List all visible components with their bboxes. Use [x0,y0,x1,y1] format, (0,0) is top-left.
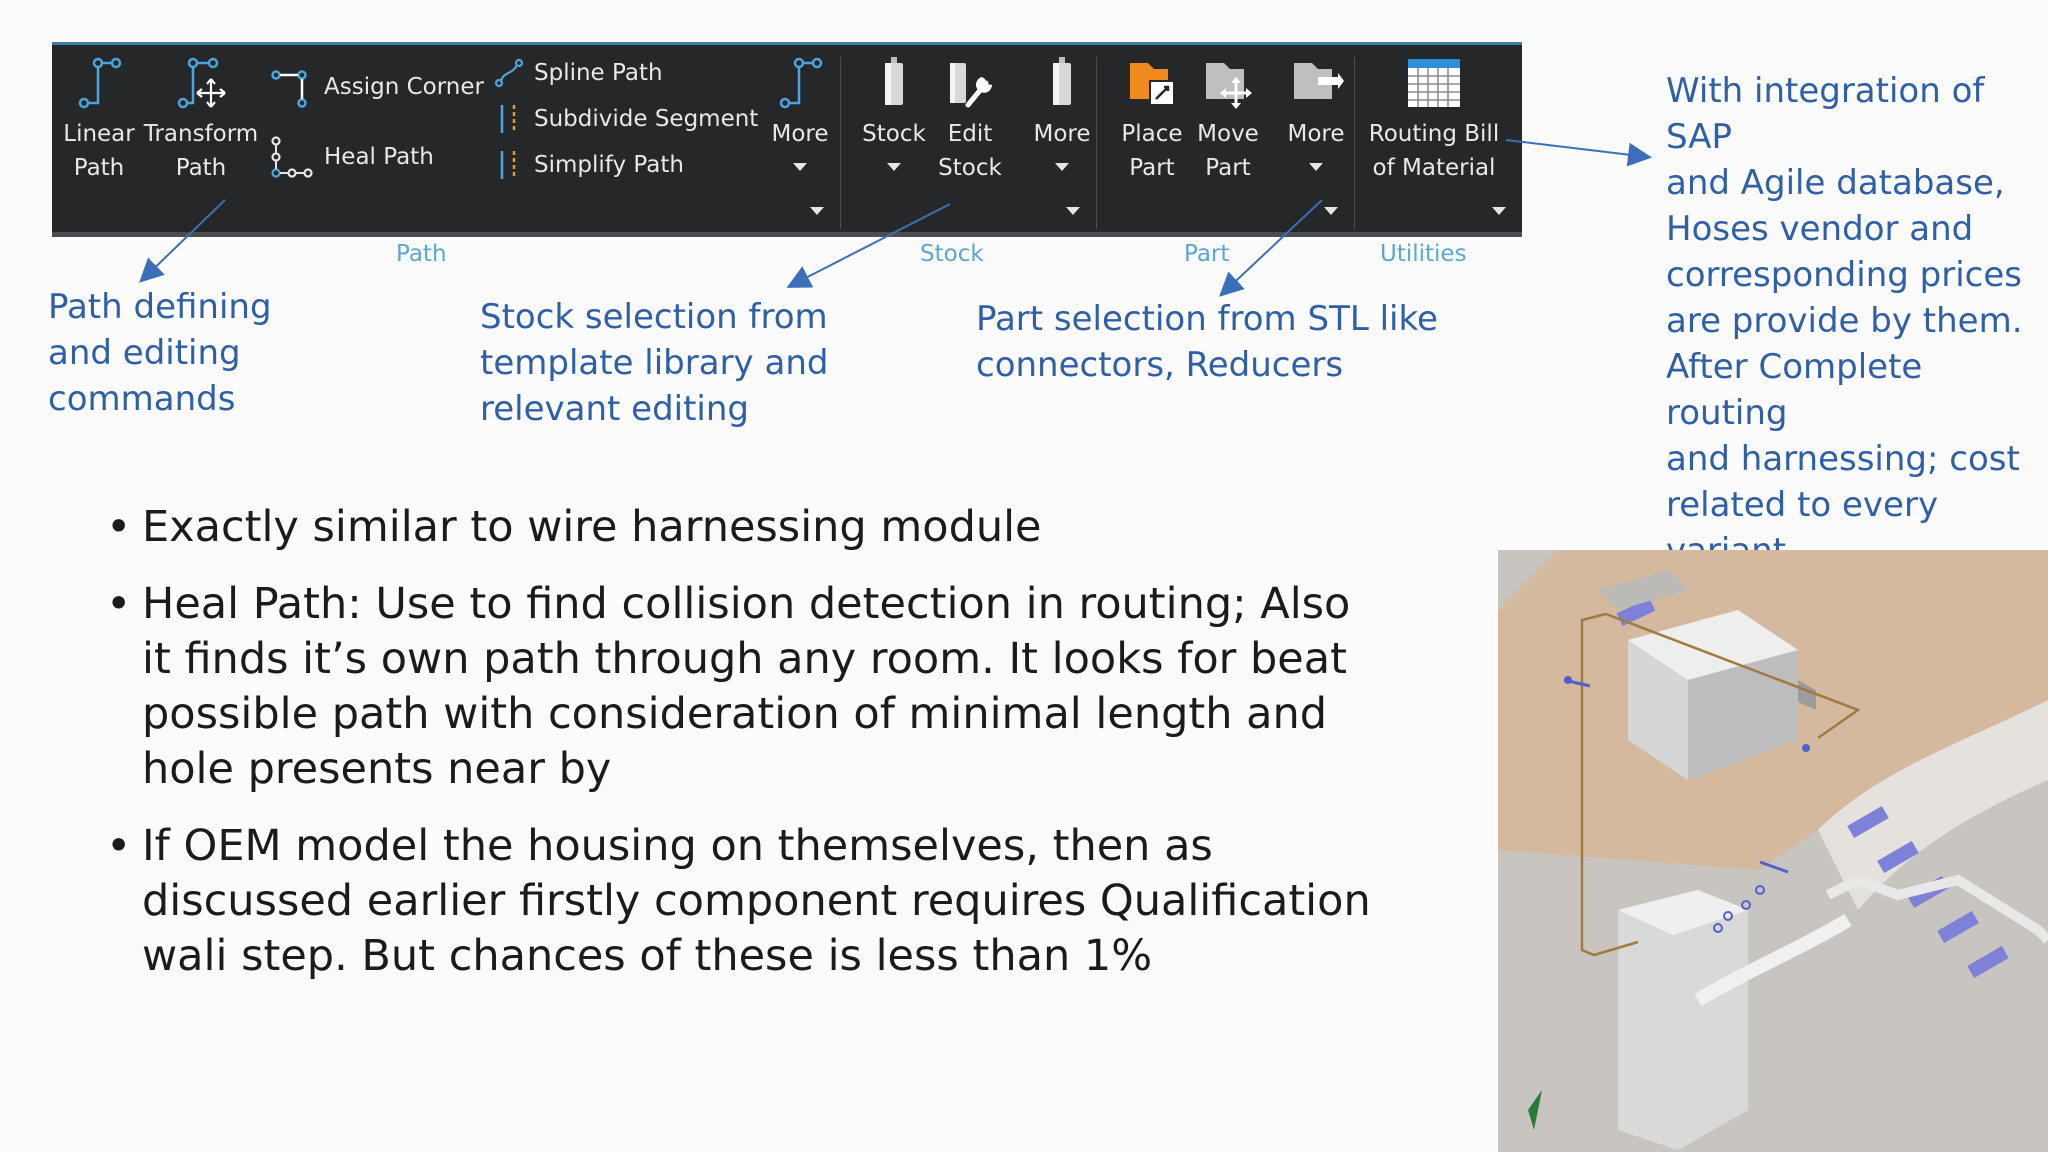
stock-dropdown-icon[interactable] [887,163,901,171]
move-part-button[interactable]: Move Part [1188,55,1268,185]
part-more-button[interactable]: More [1276,55,1356,151]
stock-more-button[interactable]: More [1020,55,1104,151]
more-path-icon [779,57,823,109]
bullet-dot-icon: • [106,579,132,629]
stock-note: Stock selection from template library an… [480,297,829,429]
transform-path-label: Transform Path [143,121,259,181]
bullet-text: Heal Path: Use to find collision detecti… [142,579,1351,794]
linear-path-icon [78,57,122,109]
move-part-label: Move Part [1197,121,1259,181]
stock-more-dropdown-icon[interactable] [1055,163,1069,171]
assign-corner-label: Assign Corner [324,74,484,100]
bullet-dot-icon: • [106,821,132,871]
stock-label: Stock [862,121,926,147]
path-more-label: More [771,121,829,147]
heal-path-label: Heal Path [324,144,434,170]
bullet-list: • Exactly similar to wire harnessing modu… [100,500,1390,1006]
edit-stock-icon [950,63,992,108]
utilities-note-arrow [1505,139,1652,167]
separator [1354,57,1355,229]
stock-group-label: Stock [920,241,984,267]
simplify-path-button[interactable]: Simplify Path [494,149,684,181]
separator [1096,57,1097,229]
routing-bom-label: Routing Bill of Material [1368,121,1500,181]
routing-bom-button[interactable]: Routing Bill of Material [1364,55,1504,185]
more-part-icon [1294,63,1344,99]
edit-stock-label: Edit Stock [938,121,1002,181]
move-part-icon [1206,63,1252,109]
part-group-expand-icon[interactable] [1324,207,1338,215]
part-note: Part selection from STL like connectors,… [976,299,1438,385]
bullet-item: • If OEM model the housing on themselves,… [100,819,1390,984]
utilities-group-label: Utilities [1380,241,1467,267]
utilities-group-expand-icon[interactable] [1492,207,1506,215]
ribbon-bottom-border [52,232,1522,237]
bullet-item: • Heal Path: Use to find collision detect… [100,577,1390,797]
path-group-expand-icon[interactable] [810,207,824,215]
linear-path-button[interactable]: Linear Path [58,55,140,185]
stock-group-expand-icon[interactable] [1066,207,1080,215]
subdivide-segment-button[interactable]: Subdivide Segment [494,103,758,135]
spline-path-icon [494,58,524,88]
subdivide-segment-icon [500,105,516,133]
heal-path-icon [271,136,313,178]
more-stock-icon [1053,57,1071,105]
stock-icon [885,57,903,105]
separator [840,57,841,229]
table-grid-icon [1408,59,1460,107]
path-note: Path defining and editing commands [48,287,272,419]
part-more-label: More [1287,121,1345,147]
place-part-button[interactable]: Place Part [1112,55,1192,185]
ribbon-toolbar: Linear Path Transform Path Assign Corner [52,42,1522,267]
spline-path-button[interactable]: Spline Path [494,57,663,89]
assign-corner-icon [271,70,307,108]
simplify-path-icon [500,151,516,179]
part-more-dropdown-icon[interactable] [1309,163,1323,171]
subdivide-segment-label: Subdivide Segment [534,106,759,132]
place-part-icon [1130,63,1175,106]
place-part-label: Place Part [1121,121,1183,181]
transform-path-button[interactable]: Transform Path [142,55,260,185]
routing-3d-scene [1498,550,2048,1152]
transform-path-icon [177,57,226,109]
part-group-label: Part [1184,241,1230,267]
bullet-dot-icon: • [106,502,132,552]
bullet-text: Exactly similar to wire harnessing modul… [142,502,1042,552]
path-group-label: Path [396,241,447,267]
path-more-dropdown-icon[interactable] [793,163,807,171]
simplify-path-label: Simplify Path [534,152,684,178]
assign-corner-button[interactable]: Assign Corner [270,65,484,109]
bullet-text: If OEM model the housing on themselves, … [142,821,1371,981]
stock-button[interactable]: Stock [852,55,936,151]
stock-more-label: More [1033,121,1091,147]
bullet-item: • Exactly similar to wire harnessing modu… [100,500,1390,555]
routing-3d-view-image [1498,550,2048,1152]
heal-path-button[interactable]: Heal Path [270,133,434,181]
path-more-button[interactable]: More [758,55,842,151]
linear-path-label: Linear Path [63,121,135,181]
edit-stock-button[interactable]: Edit Stock [928,55,1012,185]
spline-path-label: Spline Path [534,60,663,86]
